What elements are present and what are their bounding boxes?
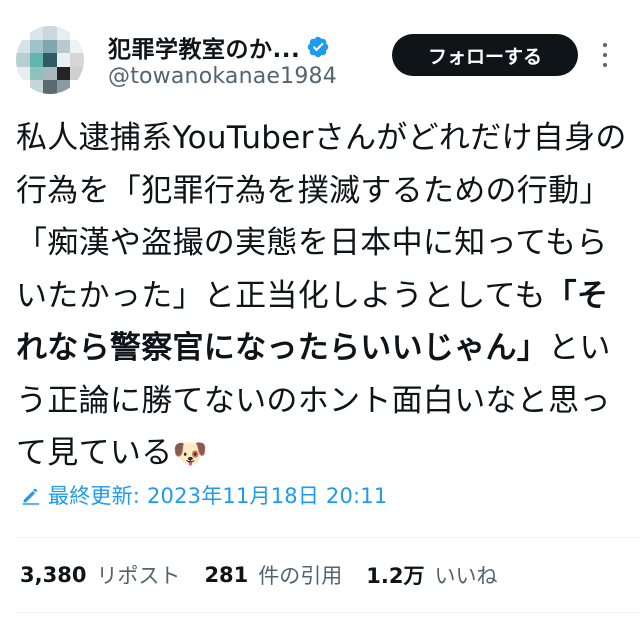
follow-button[interactable]: フォローする bbox=[392, 34, 578, 76]
reposts-stat[interactable]: 3,380 リポスト bbox=[20, 560, 180, 590]
tweet-header: 犯罪学教室のか... @towanokanae1984 フォローする bbox=[0, 0, 640, 110]
verified-badge-icon bbox=[307, 36, 329, 58]
divider-bottom bbox=[16, 612, 640, 613]
dog-emoji-icon: 🐶 bbox=[172, 437, 208, 470]
tweet-text: 私人逮捕系YouTuberさんがどれだけ自身の行為を「犯罪行為を撲滅するための行… bbox=[16, 112, 628, 481]
author-display-name[interactable]: 犯罪学教室のか... bbox=[108, 30, 300, 64]
likes-label: いいね bbox=[434, 564, 498, 588]
author-handle[interactable]: @towanokanae1984 bbox=[108, 64, 337, 89]
divider-top bbox=[16, 537, 640, 538]
tweet-text-part1: 私人逮捕系YouTuberさんがどれだけ自身の行為を「犯罪行為を撲滅するための行… bbox=[16, 120, 627, 314]
more-vertical-icon[interactable] bbox=[594, 40, 616, 70]
likes-stat[interactable]: 1.2万 いいね bbox=[366, 560, 497, 590]
engagement-stats: 3,380 リポスト 281 件の引用 1.2万 いいね bbox=[20, 552, 521, 598]
quotes-label: 件の引用 bbox=[258, 564, 343, 588]
last-updated-text: 最終更新: 2023年11月18日 20:11 bbox=[48, 484, 388, 508]
avatar[interactable] bbox=[16, 26, 84, 94]
reposts-label: リポスト bbox=[96, 564, 181, 588]
likes-count: 1.2万 bbox=[366, 564, 425, 588]
quotes-count: 281 bbox=[204, 563, 249, 587]
edit-history-link[interactable]: 最終更新: 2023年11月18日 20:11 bbox=[20, 478, 387, 512]
author-name-row: 犯罪学教室のか... bbox=[108, 30, 330, 64]
quotes-stat[interactable]: 281 件の引用 bbox=[204, 560, 342, 590]
pencil-icon bbox=[22, 488, 40, 505]
reposts-count: 3,380 bbox=[20, 563, 87, 587]
